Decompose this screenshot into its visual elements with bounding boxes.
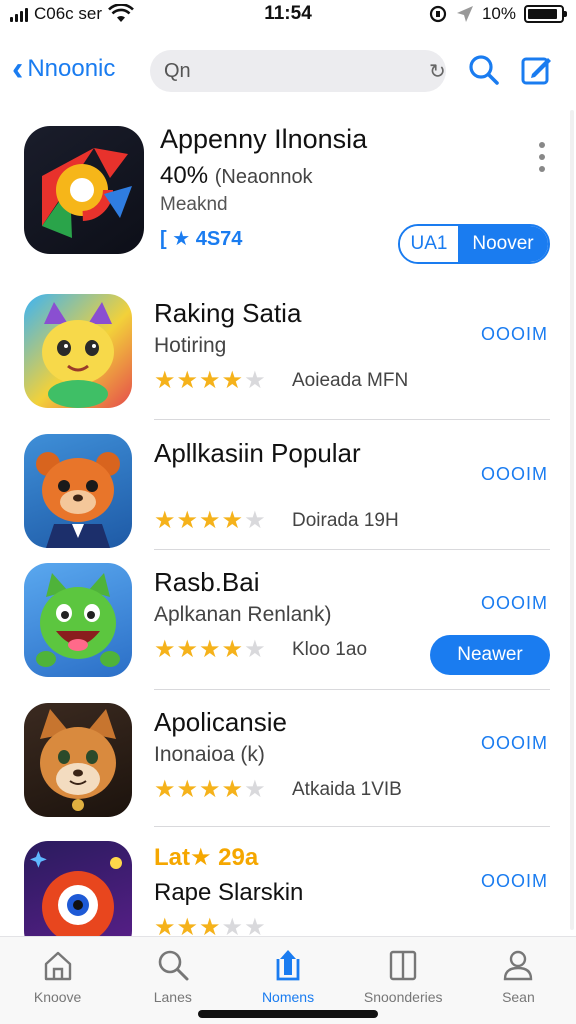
app-subtitle: Hotiring: [154, 334, 227, 357]
battery-fill: [528, 9, 557, 19]
compose-icon[interactable]: [518, 52, 554, 88]
split-right-button[interactable]: Noover: [458, 226, 548, 262]
app-name: Raking Satia: [154, 298, 302, 328]
tab-home[interactable]: Knoove: [0, 937, 115, 1024]
featured-subtitle-small: (Neaonnok: [214, 166, 313, 188]
status-right: 10%: [428, 4, 567, 24]
divider: [154, 689, 550, 690]
battery-percent: 10%: [481, 4, 516, 23]
search-icon: [158, 950, 189, 981]
featured-app-icon: [24, 126, 144, 254]
orientation-lock-icon: [429, 5, 447, 23]
featured-subtitle: 40% (Neaonnok: [160, 162, 313, 190]
star-icon: ★★★★: [154, 636, 245, 663]
featured-rating: [ ★ 4S74: [160, 228, 243, 250]
upload-icon: [276, 950, 300, 981]
star-rating: ★★★★★: [154, 913, 267, 936]
search-box[interactable]: ↻: [150, 50, 446, 92]
divider: [154, 549, 550, 550]
app-name: Apllkasiin Popular: [154, 438, 361, 468]
tab-label: Sean: [502, 989, 535, 1005]
tab-label: Lanes: [153, 989, 192, 1005]
featured-category: Meaknd: [160, 194, 228, 215]
book-icon: [390, 950, 417, 981]
star-icon: ★★★★: [154, 367, 245, 394]
star-rating: ★★★★★: [154, 635, 267, 664]
get-button[interactable]: OOOIM: [481, 324, 548, 345]
get-button[interactable]: OOOIM: [481, 464, 548, 485]
star-rating: ★★★★★: [154, 506, 267, 535]
signal-icon: [10, 6, 28, 22]
get-button[interactable]: OOOIM: [481, 593, 548, 614]
divider: [154, 419, 550, 420]
app-icon-bear: [24, 434, 132, 548]
app-size: Kloo 1ao: [292, 639, 368, 660]
split-left-button[interactable]: UA1: [400, 226, 458, 262]
battery-icon: [524, 5, 567, 23]
app-name: Apolicansie: [154, 707, 287, 737]
status-bar: C06c ser 11:54 10%: [0, 0, 576, 32]
app-tag: Lat★ 29a: [154, 844, 259, 871]
carrier-label: C06c ser: [34, 4, 103, 23]
star-empty-icon: ★★: [221, 914, 267, 936]
star-empty-icon: ★: [244, 507, 267, 534]
list-item[interactable]: Apllkasiin Popular ★★★★★ Doirada 19H OOO…: [0, 434, 576, 572]
location-icon: [456, 6, 473, 22]
status-left: C06c ser: [10, 4, 134, 24]
divider: [154, 826, 550, 827]
app-icon-monster: [24, 563, 132, 677]
list-item[interactable]: Lat★ 29a Rape Slarskin ★★★★★ OOOIM: [0, 841, 576, 936]
list-item[interactable]: Rasb.Bai Aplkanan Renlank) ★★★★★ Kloo 1a…: [0, 563, 576, 701]
app-size: Doirada 19H: [292, 510, 399, 531]
app-name: Rasb.Bai: [154, 567, 260, 597]
featured-percent: 40%: [160, 162, 209, 189]
scrollbar[interactable]: [570, 110, 574, 930]
star-empty-icon: ★: [244, 367, 267, 394]
more-icon[interactable]: [536, 142, 548, 172]
featured-split-button: UA1 Noover: [398, 224, 550, 264]
list-item[interactable]: Raking Satia Hotiring ★★★★★ Aoieada MFN …: [0, 294, 576, 432]
wifi-icon: [108, 4, 134, 22]
install-button[interactable]: Neawer: [430, 635, 550, 675]
home-indicator[interactable]: [198, 1010, 378, 1018]
app-size: Aoieada MFN: [292, 370, 409, 391]
chevron-left-icon: ‹: [12, 50, 24, 88]
featured-app[interactable]: Appenny Ilnonsia 40% (Neaonnok Meaknd [ …: [0, 118, 576, 278]
tab-label: Snoonderies: [363, 989, 443, 1005]
search-icon[interactable]: [466, 52, 502, 88]
app-name: Rape Slarskin: [154, 879, 304, 906]
nav-bar: ‹ Nnoonic ↻: [0, 44, 576, 100]
back-button[interactable]: ‹ Nnoonic: [12, 52, 115, 86]
app-size: Atkaida 1VIB: [292, 779, 402, 800]
tab-label: Nomens: [261, 989, 315, 1005]
tab-account[interactable]: Sean: [461, 937, 576, 1024]
featured-title: Appenny Ilnonsia: [160, 124, 368, 154]
star-icon: ★★★★: [154, 776, 245, 803]
home-icon: [44, 951, 71, 981]
app-icon-fox: [24, 703, 132, 817]
get-button[interactable]: OOOIM: [481, 733, 548, 754]
search-input[interactable]: [164, 59, 429, 83]
back-label: Nnoonic: [27, 55, 116, 82]
list-item[interactable]: Apolicansie Inonaioa (k) ★★★★★ Atkaida 1…: [0, 703, 576, 841]
refresh-icon[interactable]: ↻: [429, 59, 446, 84]
app-icon-robot: [24, 841, 132, 936]
get-button[interactable]: OOOIM: [481, 871, 548, 892]
star-rating: ★★★★★: [154, 366, 267, 395]
app-subtitle: Aplkanan Renlank): [154, 603, 332, 626]
app-icon-cat: [24, 294, 132, 408]
star-empty-icon: ★: [244, 776, 267, 803]
star-empty-icon: ★: [244, 636, 267, 663]
person-icon: [504, 950, 533, 981]
app-subtitle: Inonaioa (k): [154, 743, 265, 766]
star-rating: ★★★★★: [154, 775, 267, 804]
star-icon: ★★★★: [154, 507, 245, 534]
star-icon: ★★★: [154, 914, 222, 936]
tab-label: Knoove: [33, 989, 82, 1005]
